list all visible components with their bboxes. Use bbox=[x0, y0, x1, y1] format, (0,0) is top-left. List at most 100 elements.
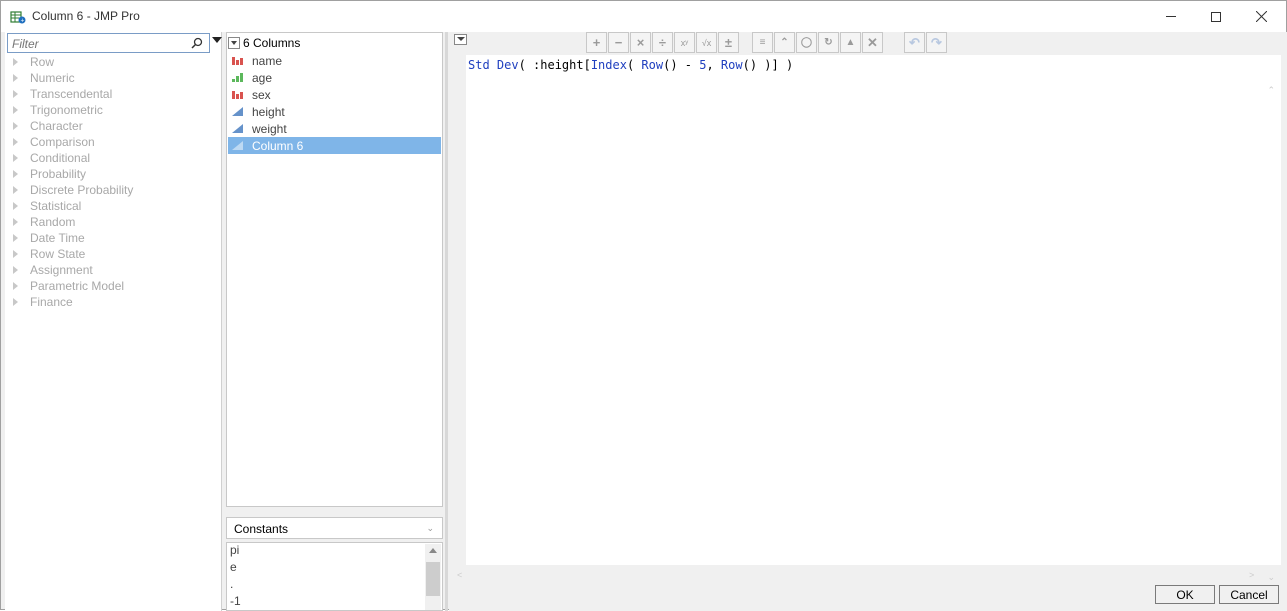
scroll-up-icon[interactable] bbox=[429, 548, 437, 553]
function-category-item[interactable]: Date Time bbox=[11, 230, 133, 246]
redo-icon[interactable]: ↷ bbox=[926, 32, 947, 53]
expand-arrow-icon[interactable] bbox=[13, 58, 18, 66]
function-category-item[interactable]: Comparison bbox=[11, 134, 133, 150]
editor-menu-icon[interactable] bbox=[454, 34, 467, 45]
cancel-button[interactable]: Cancel bbox=[1219, 585, 1279, 604]
constants-scrollbar[interactable] bbox=[425, 544, 441, 610]
expand-arrow-icon[interactable] bbox=[13, 90, 18, 98]
function-index[interactable]: Index bbox=[591, 58, 627, 72]
expand-arrow-icon[interactable] bbox=[13, 282, 18, 290]
column-item[interactable]: Column 6 bbox=[228, 137, 441, 154]
ordinal-modeling-type-icon bbox=[232, 73, 243, 82]
filter-box[interactable] bbox=[7, 33, 210, 53]
close-icon bbox=[1255, 11, 1267, 22]
function-category-label: Comparison bbox=[30, 135, 95, 149]
column-item[interactable]: height bbox=[228, 103, 441, 120]
expand-arrow-icon[interactable] bbox=[13, 154, 18, 162]
function-std-dev[interactable]: Std Dev bbox=[468, 58, 519, 72]
insert-list-icon[interactable]: ≡ bbox=[752, 32, 773, 53]
search-icon[interactable] bbox=[191, 37, 203, 49]
swap-icon[interactable]: ↻ bbox=[818, 32, 839, 53]
expand-arrow-icon[interactable] bbox=[13, 298, 18, 306]
function-category-item[interactable]: Transcendental bbox=[11, 86, 133, 102]
multiply-icon[interactable]: × bbox=[630, 32, 651, 53]
function-category-item[interactable]: Character bbox=[11, 118, 133, 134]
function-category-item[interactable]: Row bbox=[11, 54, 133, 70]
expand-arrow-icon[interactable] bbox=[13, 266, 18, 274]
ok-button[interactable]: OK bbox=[1155, 585, 1215, 604]
undo-icon[interactable]: ↶ bbox=[904, 32, 925, 53]
filter-dropdown-icon[interactable] bbox=[212, 37, 222, 43]
function-category-item[interactable]: Numeric bbox=[11, 70, 133, 86]
power-icon[interactable]: xʸ bbox=[674, 32, 695, 53]
function-category-item[interactable]: Probability bbox=[11, 166, 133, 182]
divide-icon[interactable]: ÷ bbox=[652, 32, 673, 53]
function-category-label: Date Time bbox=[30, 231, 85, 245]
expand-arrow-icon[interactable] bbox=[13, 250, 18, 258]
formula-column-ref[interactable]: ( :height[ bbox=[519, 58, 591, 72]
constants-list: pi e. -1 bbox=[226, 542, 443, 611]
function-category-label: Probability bbox=[30, 167, 87, 181]
function-category-item[interactable]: Assignment bbox=[11, 262, 133, 278]
function-category-item[interactable]: Parametric Model bbox=[11, 278, 133, 294]
function-row[interactable]: Row bbox=[641, 58, 663, 72]
column-label: age bbox=[252, 70, 273, 85]
root-icon[interactable]: √x bbox=[696, 32, 717, 53]
plus-minus-icon[interactable]: ± bbox=[718, 32, 739, 53]
constant-item[interactable]: -1 bbox=[227, 594, 442, 610]
minimize-button[interactable] bbox=[1148, 1, 1194, 32]
formula-expression[interactable]: Std Dev( :height[Index( Row() - 5, Row()… bbox=[468, 58, 793, 72]
scroll-left-icon[interactable]: < bbox=[457, 570, 462, 580]
delete-icon[interactable]: ✕ bbox=[862, 32, 883, 53]
filter-input[interactable] bbox=[12, 36, 182, 51]
constant-item[interactable]: e bbox=[227, 560, 442, 577]
function-category-item[interactable]: Conditional bbox=[11, 150, 133, 166]
constant-item[interactable]: . bbox=[227, 577, 442, 594]
add-icon[interactable]: + bbox=[586, 32, 607, 53]
function-category-item[interactable]: Trigonometric bbox=[11, 102, 133, 118]
scroll-down-icon[interactable]: ⌄ bbox=[1267, 572, 1275, 583]
column-item[interactable]: weight bbox=[228, 120, 441, 137]
expand-arrow-icon[interactable] bbox=[13, 138, 18, 146]
maximize-button[interactable] bbox=[1193, 1, 1239, 32]
unwrap-icon[interactable]: ▲ bbox=[840, 32, 861, 53]
caret-up-icon[interactable]: ⌃ bbox=[774, 32, 795, 53]
function-category-label: Assignment bbox=[30, 263, 93, 277]
function-category-item[interactable]: Row State bbox=[11, 246, 133, 262]
column-item[interactable]: name bbox=[228, 52, 441, 69]
expand-arrow-icon[interactable] bbox=[13, 122, 18, 130]
continuous-modeling-type-icon bbox=[232, 141, 243, 150]
column-item[interactable]: sex bbox=[228, 86, 441, 103]
function-row[interactable]: Row bbox=[721, 58, 743, 72]
subtract-icon[interactable]: − bbox=[608, 32, 629, 53]
expand-arrow-icon[interactable] bbox=[13, 186, 18, 194]
expand-arrow-icon[interactable] bbox=[13, 202, 18, 210]
formula-operator: () - bbox=[663, 58, 700, 72]
function-category-item[interactable]: Discrete Probability bbox=[11, 182, 133, 198]
function-category-item[interactable]: Random bbox=[11, 214, 133, 230]
panel-splitter[interactable] bbox=[445, 32, 448, 611]
close-button[interactable] bbox=[1238, 1, 1284, 32]
scroll-right-icon[interactable]: > bbox=[1249, 570, 1254, 580]
expand-arrow-icon[interactable] bbox=[13, 74, 18, 82]
scroll-up-icon[interactable]: ⌃ bbox=[1267, 85, 1275, 96]
peel-icon[interactable]: ◯ bbox=[796, 32, 817, 53]
continuous-modeling-type-icon bbox=[232, 107, 243, 116]
columns-menu-icon[interactable] bbox=[228, 37, 240, 49]
function-category-item[interactable]: Finance bbox=[11, 294, 133, 310]
function-category-label: Row State bbox=[30, 247, 86, 261]
constants-dropdown[interactable]: Constants ⌄ bbox=[226, 517, 443, 539]
jmp-app-icon: + bbox=[10, 11, 26, 24]
function-category-item[interactable]: Statistical bbox=[11, 198, 133, 214]
constant-item[interactable]: pi bbox=[227, 543, 442, 560]
expand-arrow-icon[interactable] bbox=[13, 218, 18, 226]
column-item[interactable]: age bbox=[228, 69, 441, 86]
scrollbar-thumb[interactable] bbox=[426, 562, 440, 596]
expand-arrow-icon[interactable] bbox=[13, 170, 18, 178]
column-label: Column 6 bbox=[252, 138, 304, 153]
formula-toolbar: + − × ÷ xʸ √x ± ≡ ⌃ ◯ ↻ ▲ ✕ ↶ ↷ bbox=[586, 32, 948, 54]
expand-arrow-icon[interactable] bbox=[13, 234, 18, 242]
expand-arrow-icon[interactable] bbox=[13, 106, 18, 114]
continuous-modeling-type-icon bbox=[232, 124, 243, 133]
formula-canvas[interactable]: Std Dev( :height[Index( Row() - 5, Row()… bbox=[466, 55, 1281, 582]
